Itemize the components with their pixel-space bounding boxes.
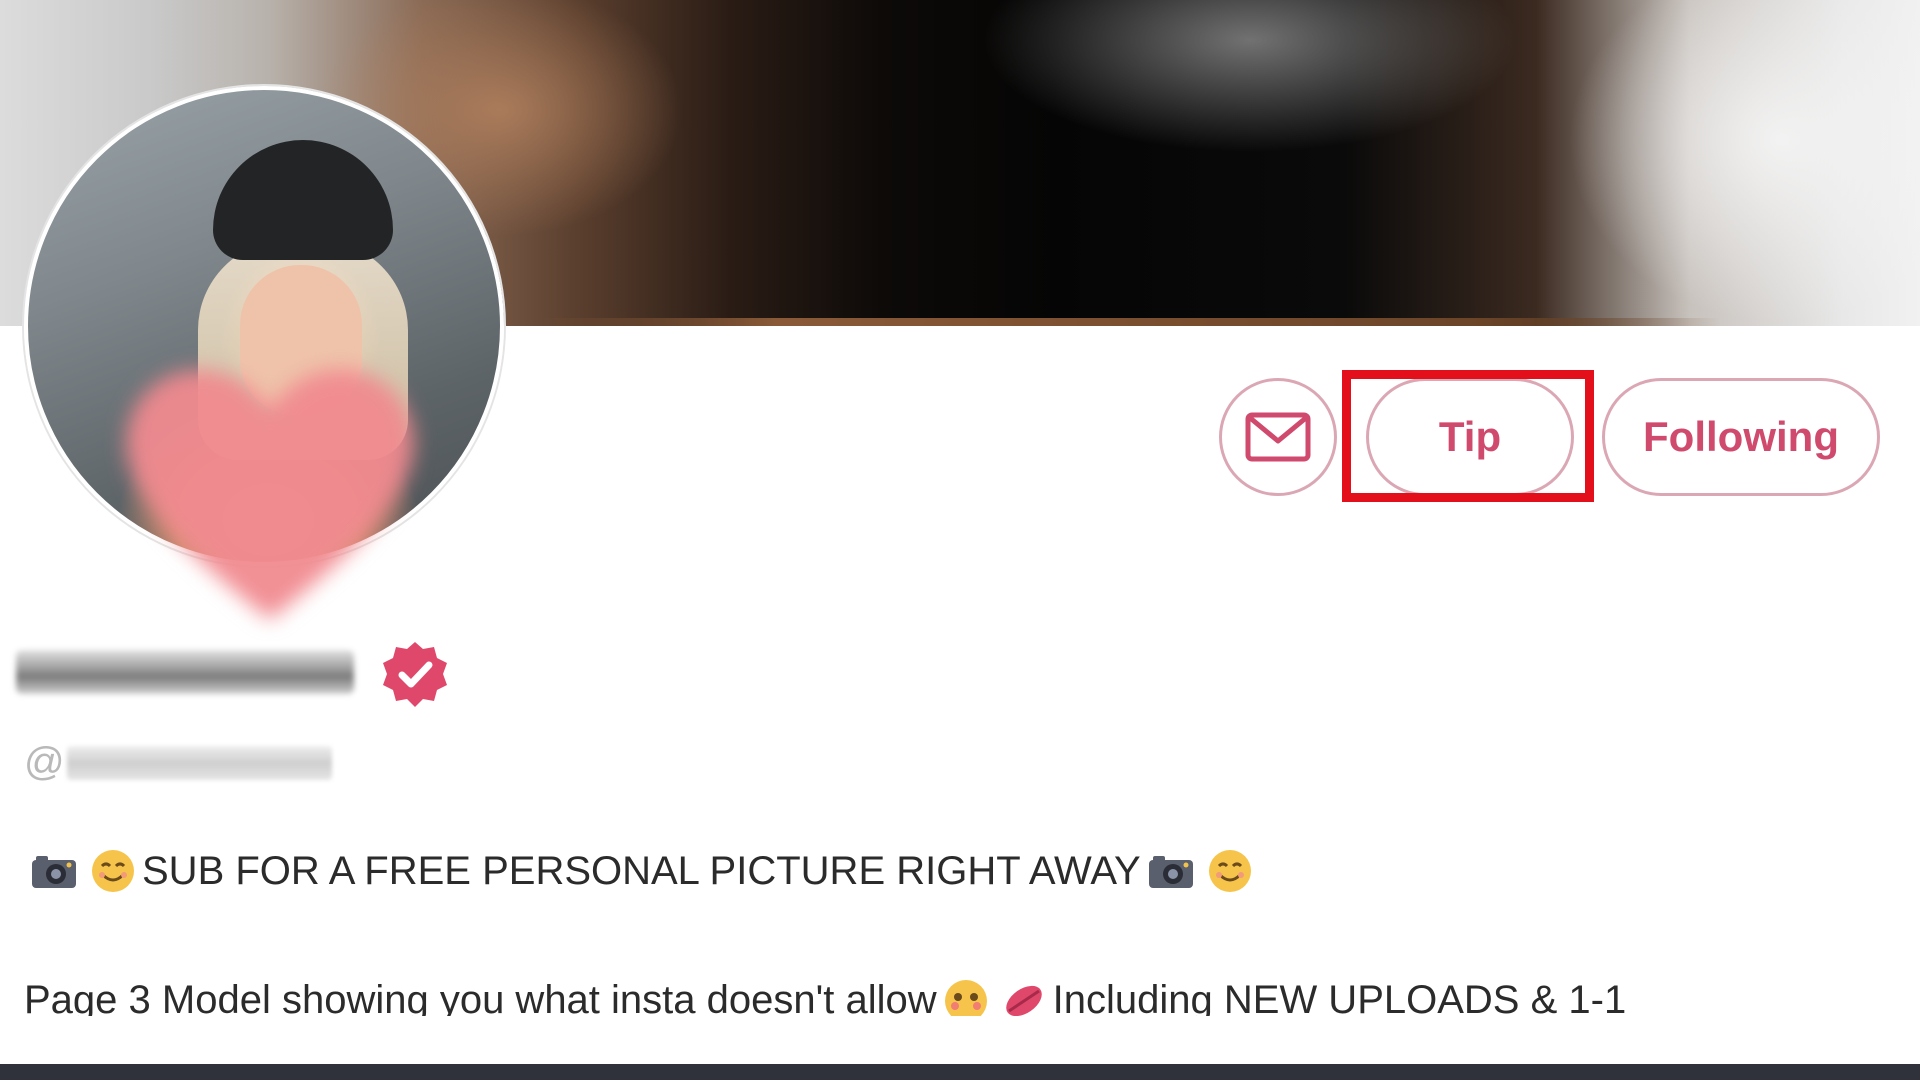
following-button[interactable]: Following bbox=[1602, 378, 1880, 496]
censor-heart bbox=[126, 369, 414, 620]
display-name-redacted bbox=[16, 650, 354, 694]
smiling-face-icon bbox=[1208, 850, 1251, 892]
profile-page: Tip Following @ SUB FOR A FREE PERSONAL … bbox=[0, 0, 1920, 1080]
flushed-face-icon bbox=[944, 980, 987, 1016]
tip-button[interactable]: Tip bbox=[1366, 378, 1574, 496]
handle-prefix: @ bbox=[24, 740, 65, 784]
username-handle: @ bbox=[24, 740, 332, 785]
bio-line-2-text-b: Including NEW UPLOADS & 1-1 bbox=[1052, 978, 1627, 1016]
lips-icon bbox=[1005, 985, 1042, 1016]
content-clip bbox=[0, 1016, 1920, 1064]
verified-badge-icon bbox=[383, 642, 447, 707]
handle-redacted bbox=[66, 745, 332, 780]
bio-line-2-text-a: Page 3 Model showing you what insta does… bbox=[24, 978, 937, 1016]
envelope-icon bbox=[1245, 412, 1311, 462]
bio-line-1-text: SUB FOR A FREE PERSONAL PICTURE RIGHT AW… bbox=[142, 848, 1141, 893]
bottom-bar bbox=[0, 1064, 1920, 1080]
smiling-face-icon bbox=[92, 850, 134, 892]
bio-line-1: SUB FOR A FREE PERSONAL PICTURE RIGHT AW… bbox=[24, 848, 1259, 894]
camera-icon bbox=[32, 856, 76, 888]
message-button[interactable] bbox=[1219, 378, 1337, 496]
camera-icon bbox=[1148, 856, 1193, 888]
bio-line-2: Page 3 Model showing you what insta does… bbox=[24, 978, 1626, 1016]
